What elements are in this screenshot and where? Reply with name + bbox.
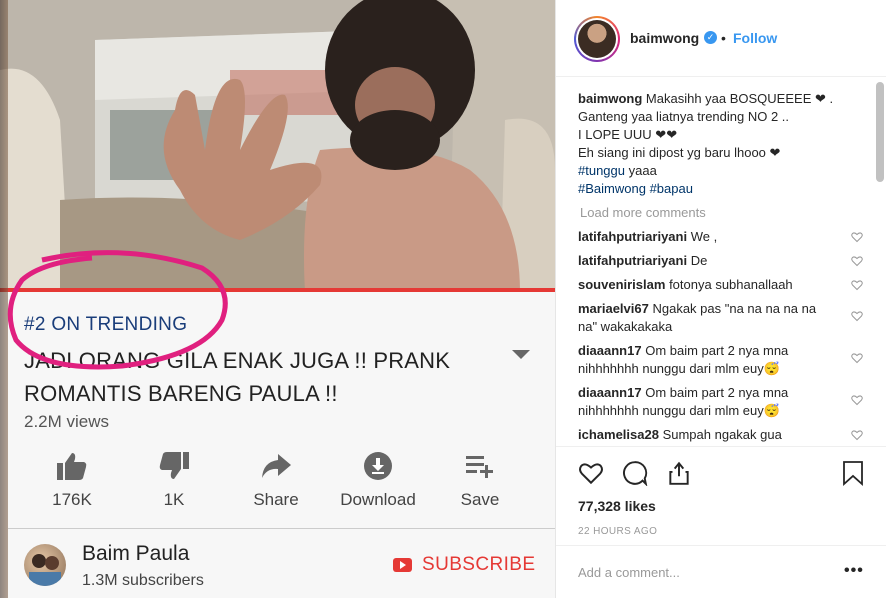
comment: latifahputriariyani We , — [578, 228, 863, 246]
heart-icon[interactable] — [851, 429, 863, 441]
bookmark-icon[interactable] — [842, 460, 864, 486]
comment-text: De — [690, 253, 708, 268]
hashtag-link[interactable]: #bapau — [650, 181, 693, 196]
comment-bubble-icon[interactable] — [622, 460, 648, 486]
trending-tag[interactable]: #2 ON TRENDING — [24, 314, 187, 336]
comment: diaaann17 Om baim part 2 nya mna nihhhhh… — [578, 342, 863, 378]
divider — [8, 528, 555, 529]
comment: latifahputriariyani De — [578, 252, 863, 270]
post-header: baimwong ✓ • Follow — [556, 0, 886, 76]
post-actions — [578, 460, 868, 488]
load-more-comments[interactable]: Load more comments — [580, 204, 863, 222]
caption-text: yaaa — [625, 163, 657, 178]
video-scene — [0, 0, 555, 292]
scrollbar[interactable] — [876, 82, 884, 182]
comment-username[interactable]: latifahputriariyani — [578, 253, 687, 268]
comment: souvenirislam fotonya subhanallaah — [578, 276, 863, 294]
dislike-count: 1K — [163, 490, 185, 509]
comment-text: Sumpah ngakak gua — [662, 427, 782, 442]
like-count[interactable]: 77,328 likes — [578, 498, 656, 514]
share-icon[interactable] — [666, 460, 692, 486]
profile-avatar[interactable] — [574, 16, 620, 62]
save-button[interactable]: Save — [430, 450, 530, 510]
channel-avatar[interactable] — [24, 544, 66, 586]
comment-username[interactable]: diaaann17 — [578, 385, 642, 400]
like-button[interactable]: 176K — [22, 450, 122, 510]
more-options-icon[interactable]: ••• — [844, 562, 864, 580]
thumbs-down-icon — [124, 450, 224, 482]
playlist-add-icon — [430, 450, 530, 482]
post-timestamp: 22 HOURS AGO — [578, 526, 658, 537]
heart-icon[interactable] — [851, 279, 863, 291]
comments-list: baimwong Makasihh yaa BOSQUEEEE ❤ . Gant… — [578, 90, 863, 446]
username[interactable]: baimwong — [630, 30, 699, 46]
post-caption: baimwong Makasihh yaa BOSQUEEEE ❤ . Gant… — [578, 90, 863, 198]
comment-text: We , — [690, 229, 718, 244]
add-comment-input[interactable]: Add a comment... — [578, 565, 680, 580]
separator-dot: • — [721, 30, 726, 46]
youtube-video-info: #2 ON TRENDING JADI ORANG GILA ENAK JUGA… — [8, 292, 555, 598]
subscribe-button[interactable]: SUBSCRIBE — [393, 554, 535, 576]
comment-username[interactable]: latifahputriariyani — [578, 229, 687, 244]
video-actions: 176K 1K Share Download Save — [8, 450, 555, 510]
share-icon — [226, 450, 326, 482]
comment: diaaann17 Om baim part 2 nya mna nihhhhh… — [578, 384, 863, 420]
subscriber-count: 1.3M subscribers — [82, 572, 204, 589]
comment-username[interactable]: diaaann17 — [578, 343, 642, 358]
divider — [556, 76, 886, 77]
post-photo: #2 ON TRENDING JADI ORANG GILA ENAK JUGA… — [0, 0, 555, 598]
caption-line: I LOPE UUU ❤❤ — [578, 127, 678, 142]
caption-username[interactable]: baimwong — [578, 91, 642, 106]
video-title: JADI ORANG GILA ENAK JUGA !! PRANK ROMAN… — [24, 348, 451, 406]
hashtag-link[interactable]: #Baimwong — [578, 181, 646, 196]
hashtag-link[interactable]: #tunggu — [578, 163, 625, 178]
divider — [556, 545, 886, 546]
share-button[interactable]: Share — [226, 450, 326, 510]
like-count: 176K — [52, 490, 92, 509]
download-icon — [328, 450, 428, 482]
comment-text: fotonya subhanallaah — [669, 277, 793, 292]
heart-icon[interactable] — [851, 255, 863, 267]
follow-button[interactable]: Follow — [733, 30, 777, 46]
youtube-play-icon — [393, 558, 412, 572]
dislike-button[interactable]: 1K — [124, 450, 224, 510]
verified-badge-icon: ✓ — [704, 31, 717, 44]
subscribe-label: SUBSCRIBE — [422, 554, 536, 575]
heart-icon[interactable] — [851, 231, 863, 243]
chevron-down-icon[interactable] — [512, 350, 530, 359]
download-label: Download — [340, 490, 416, 509]
download-button[interactable]: Download — [328, 450, 428, 510]
thumbs-up-icon — [22, 450, 122, 482]
comment-username[interactable]: mariaelvi67 — [578, 301, 649, 316]
view-count: 2.2M views — [24, 412, 110, 431]
like-heart-icon[interactable] — [578, 460, 604, 486]
heart-icon[interactable] — [851, 352, 863, 364]
channel-name[interactable]: Baim Paula — [82, 542, 189, 566]
video-frame — [0, 0, 555, 292]
comment-username[interactable]: souvenirislam — [578, 277, 665, 292]
instagram-panel: baimwong ✓ • Follow baimwong Makasihh ya… — [555, 0, 886, 598]
comment: mariaelvi67 Ngakak pas "na na na na na n… — [578, 300, 863, 336]
phone-edge — [0, 0, 8, 598]
comment: ichamelisa28 Sumpah ngakak gua — [578, 426, 863, 444]
heart-icon[interactable] — [851, 310, 863, 322]
share-label: Share — [253, 490, 299, 509]
caption-line: Eh siang ini dipost yg baru lhooo ❤ — [578, 145, 781, 160]
save-label: Save — [460, 490, 500, 509]
comment-username[interactable]: ichamelisa28 — [578, 427, 659, 442]
heart-icon[interactable] — [851, 394, 863, 406]
divider — [556, 446, 886, 447]
